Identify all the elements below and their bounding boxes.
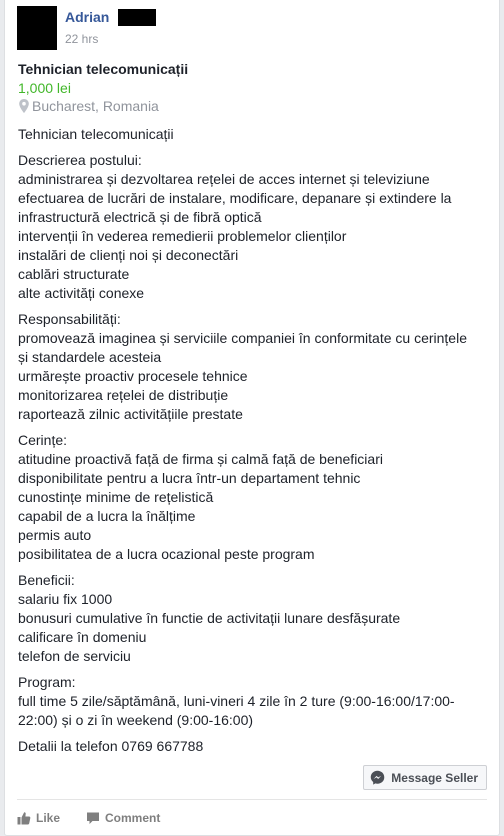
author-name[interactable]: Adrian xyxy=(65,9,109,25)
description-paragraph: Beneficii: salariu fix 1000 bonusuri cumul… xyxy=(18,571,494,666)
description-line: full time 5 zile/săptămână, luni-vineri … xyxy=(18,693,455,709)
description-line: telefon de serviciu xyxy=(18,648,131,664)
description-paragraph: Tehnician telecomunicații xyxy=(18,125,494,144)
description-heading: Descrierea postului: xyxy=(18,152,142,168)
redacted-surname xyxy=(118,9,156,26)
description-heading: Beneficii: xyxy=(18,572,75,588)
description-line: atitudine proactivă față de firma și cal… xyxy=(18,451,383,467)
description-line: cunostințe minime de rețelistică xyxy=(18,489,214,505)
location-pin-icon xyxy=(19,99,29,113)
description-line: salariu fix 1000 xyxy=(18,591,113,607)
avatar[interactable] xyxy=(17,6,57,50)
like-button[interactable]: Like xyxy=(17,811,60,825)
actions-divider xyxy=(17,799,487,800)
description-heading: Program: xyxy=(18,674,76,690)
description-paragraph: Program: full time 5 zile/săptămână, luni… xyxy=(18,673,494,730)
description-line: administrarea și dezvoltarea rețelei de … xyxy=(18,171,430,187)
post-timestamp[interactable]: 22 hrs xyxy=(65,32,98,46)
description-line: alte activități conexe xyxy=(18,285,145,301)
location-text: Bucharest, Romania xyxy=(32,98,159,114)
description-line: raportează zilnic activitățiile prestate xyxy=(18,406,243,422)
message-seller-button[interactable]: Message Seller xyxy=(363,765,487,790)
listing-description: Tehnician telecomunicații Descrierea post… xyxy=(18,125,494,763)
description-line: permis auto xyxy=(18,527,92,543)
description-paragraph: Responsabilități: promovează imaginea și … xyxy=(18,310,494,424)
like-label: Like xyxy=(36,811,61,825)
description-paragraph: Detalii la telefon 0769 667788 xyxy=(18,737,494,756)
description-line: cablări structurate xyxy=(18,266,130,282)
description-line: intervenții în vederea remedierii proble… xyxy=(18,228,347,244)
thumbs-up-icon xyxy=(17,812,31,825)
description-paragraph: Descrierea postului: administrarea și dez… xyxy=(18,151,494,303)
message-seller-label: Message Seller xyxy=(391,770,478,785)
description-line: 22:00) și o zi în weekend (9:00-16:00) xyxy=(18,712,254,728)
listing-price: 1,000 lei xyxy=(18,80,71,96)
comment-button[interactable]: Comment xyxy=(86,811,160,825)
description-line: efectuarea de lucrări de instalare, modi… xyxy=(18,190,452,206)
description-line: posibilitatea de a lucra ocazional peste… xyxy=(18,546,315,562)
post-actions: Like Comment xyxy=(17,808,186,828)
listing-title: Tehnician telecomunicații xyxy=(18,61,189,77)
description-line: Tehnician telecomunicații xyxy=(18,126,174,142)
description-line: capabil de a lucra la înălțime xyxy=(18,508,196,524)
description-line: și standardele acesteia xyxy=(18,349,162,365)
description-line: Detalii la telefon 0769 667788 xyxy=(18,738,204,754)
comment-label: Comment xyxy=(105,811,161,825)
description-paragraph: Cerințe: atitudine proactivă față de firm… xyxy=(18,431,494,564)
description-heading: Cerințe: xyxy=(18,432,68,448)
description-line: promovează imaginea și serviciile compan… xyxy=(18,330,467,346)
listing-location: Bucharest, Romania xyxy=(18,98,159,114)
description-line: bonusuri cumulative în functie de activi… xyxy=(18,610,401,626)
description-line: instalări de clienți noi și deconectări xyxy=(18,247,239,263)
description-line: urmărește proactiv procesele tehnice xyxy=(18,368,248,384)
description-line: calificare în domeniu xyxy=(18,629,147,645)
description-heading: Responsabilități: xyxy=(18,311,121,327)
description-line: disponibilitate pentru a lucra într-un d… xyxy=(18,470,361,486)
comment-icon xyxy=(87,812,100,824)
description-line: infrastructură electrică și de fibră opt… xyxy=(18,209,262,225)
description-line: monitorizarea rețelei de distribuție xyxy=(18,387,229,403)
messenger-icon xyxy=(371,770,385,785)
marketplace-post-card: Adrian 22 hrs Tehnician telecomunicații … xyxy=(4,0,500,836)
